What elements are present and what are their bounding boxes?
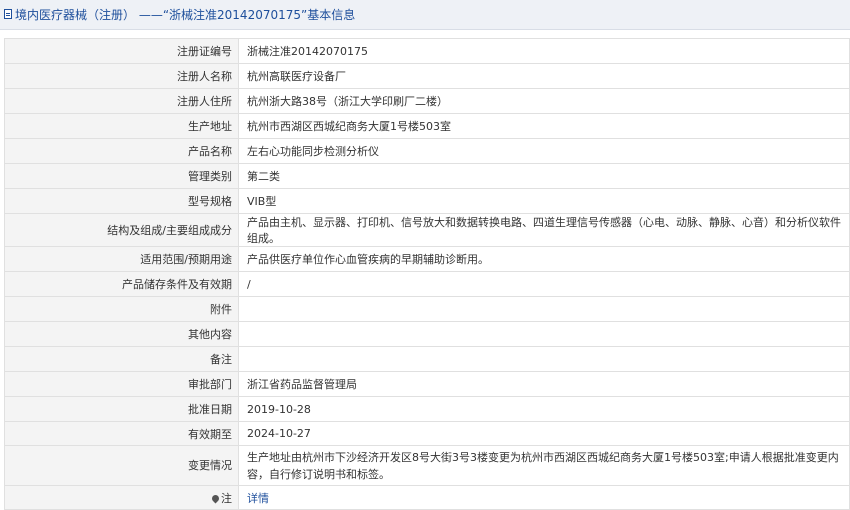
row-label-valid-until: 有效期至 — [4, 421, 239, 446]
row-value-other — [238, 321, 850, 347]
table-row: 产品储存条件及有效期 / — [4, 271, 850, 297]
page-header: 境内医疗器械（注册） ——“浙械注准20142070175”基本信息 — [0, 0, 850, 30]
row-value-production-address: 杭州市西湖区西城纪商务大厦1号楼503室 — [238, 113, 850, 139]
table-row: 变更情况 生产地址由杭州市下沙经济开发区8号大街3号3楼变更为杭州市西湖区西城纪… — [4, 445, 850, 486]
note-label-text: 注 — [221, 491, 232, 505]
table-row: 有效期至 2024-10-27 — [4, 421, 850, 446]
row-value-registration-number: 浙械注准20142070175 — [238, 38, 850, 64]
page-title: 境内医疗器械（注册） ——“浙械注准20142070175”基本信息 — [15, 8, 356, 22]
table-row: 注 详情 — [4, 485, 850, 510]
info-table: 注册证编号 浙械注准20142070175 注册人名称 杭州高联医疗设备厂 注册… — [4, 38, 850, 510]
row-value-intended-use: 产品供医疗单位作心血管疾病的早期辅助诊断用。 — [238, 246, 850, 272]
row-value-product-name: 左右心功能同步检测分析仪 — [238, 138, 850, 164]
row-label-changes: 变更情况 — [4, 445, 239, 486]
row-value-attachment — [238, 296, 850, 322]
row-label-registrant-name: 注册人名称 — [4, 63, 239, 89]
table-row: 管理类别 第二类 — [4, 163, 850, 189]
row-label-other: 其他内容 — [4, 321, 239, 347]
row-value-valid-until: 2024-10-27 — [238, 421, 850, 446]
row-label-storage: 产品储存条件及有效期 — [4, 271, 239, 297]
row-label-remarks: 备注 — [4, 346, 239, 372]
row-label-production-address: 生产地址 — [4, 113, 239, 139]
table-row: 产品名称 左右心功能同步检测分析仪 — [4, 138, 850, 164]
row-value-registrant-name: 杭州高联医疗设备厂 — [238, 63, 850, 89]
row-value-note: 详情 — [238, 485, 850, 510]
row-label-attachment: 附件 — [4, 296, 239, 322]
row-label-approval-date: 批准日期 — [4, 396, 239, 422]
row-label-approval-dept: 审批部门 — [4, 371, 239, 397]
row-value-changes: 生产地址由杭州市下沙经济开发区8号大街3号3楼变更为杭州市西湖区西城纪商务大厦1… — [238, 445, 850, 486]
row-label-registrant-address: 注册人住所 — [4, 88, 239, 114]
row-value-approval-dept: 浙江省药品监督管理局 — [238, 371, 850, 397]
row-value-model-spec: VIB型 — [238, 188, 850, 214]
row-label-intended-use: 适用范围/预期用途 — [4, 246, 239, 272]
row-value-registrant-address: 杭州浙大路38号（浙江大学印刷厂二楼） — [238, 88, 850, 114]
document-icon — [4, 9, 12, 19]
row-label-product-name: 产品名称 — [4, 138, 239, 164]
row-label-management-class: 管理类别 — [4, 163, 239, 189]
row-value-structure: 产品由主机、显示器、打印机、信号放大和数据转换电路、四道生理信号传感器（心电、动… — [238, 213, 850, 247]
table-row: 注册人名称 杭州高联医疗设备厂 — [4, 63, 850, 89]
table-row: 批准日期 2019-10-28 — [4, 396, 850, 422]
table-row: 备注 — [4, 346, 850, 372]
table-row: 生产地址 杭州市西湖区西城纪商务大厦1号楼503室 — [4, 113, 850, 139]
table-row: 结构及组成/主要组成成分 产品由主机、显示器、打印机、信号放大和数据转换电路、四… — [4, 213, 850, 247]
table-row: 注册证编号 浙械注准20142070175 — [4, 38, 850, 64]
table-row: 型号规格 VIB型 — [4, 188, 850, 214]
table-row: 适用范围/预期用途 产品供医疗单位作心血管疾病的早期辅助诊断用。 — [4, 246, 850, 272]
row-value-management-class: 第二类 — [238, 163, 850, 189]
location-pin-icon — [210, 493, 221, 503]
row-value-approval-date: 2019-10-28 — [238, 396, 850, 422]
row-value-storage: / — [238, 271, 850, 297]
table-row: 注册人住所 杭州浙大路38号（浙江大学印刷厂二楼） — [4, 88, 850, 114]
row-label-note: 注 — [4, 485, 239, 510]
row-label-registration-number: 注册证编号 — [4, 38, 239, 64]
details-link[interactable]: 详情 — [247, 492, 269, 505]
table-row: 审批部门 浙江省药品监督管理局 — [4, 371, 850, 397]
row-value-remarks — [238, 346, 850, 372]
row-label-structure: 结构及组成/主要组成成分 — [4, 213, 239, 247]
table-row: 附件 — [4, 296, 850, 322]
table-row: 其他内容 — [4, 321, 850, 347]
row-label-model-spec: 型号规格 — [4, 188, 239, 214]
